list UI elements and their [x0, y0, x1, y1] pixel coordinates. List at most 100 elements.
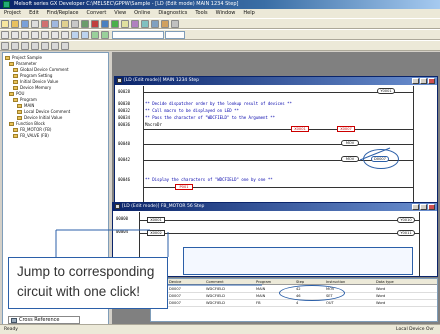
rung-line: [143, 144, 413, 145]
stop-icon[interactable]: [91, 20, 99, 28]
callout-line-2: circuit with one click!: [17, 284, 141, 299]
save-icon[interactable]: [21, 20, 29, 28]
minimize-button[interactable]: [412, 204, 419, 210]
tree-item[interactable]: Parameter: [9, 61, 37, 66]
delete-line-icon[interactable]: [61, 31, 69, 39]
grid-header-cell: Device: [169, 280, 182, 284]
write-plc-icon[interactable]: [111, 20, 119, 28]
contact-b-icon[interactable]: [11, 31, 19, 39]
callout-box: Jump to corresponding circuit with one c…: [8, 257, 168, 309]
tree-item[interactable]: Device Memory: [13, 85, 51, 90]
menu-find-replace[interactable]: Find/Replace: [43, 9, 83, 18]
menu-edit[interactable]: Edit: [25, 9, 43, 18]
fb-icon[interactable]: [91, 31, 99, 39]
table-row[interactable]: 3 D0007 WDCFIELD FB 4 OUT Word: [151, 300, 437, 307]
vertical-line-icon[interactable]: [51, 31, 59, 39]
cut-icon[interactable]: [41, 20, 49, 28]
menu-diagnostics[interactable]: Diagnostics: [154, 9, 191, 18]
cross-reference-tab[interactable]: Cross Reference: [8, 316, 80, 324]
maximize-button[interactable]: [420, 78, 427, 84]
right-power-rail: [419, 212, 420, 276]
view-select[interactable]: [165, 31, 186, 39]
step-number: 00042: [118, 157, 131, 162]
menu-help[interactable]: Help: [239, 9, 258, 18]
find-icon[interactable]: [81, 20, 89, 28]
menu-window[interactable]: Window: [212, 9, 240, 18]
tree-item[interactable]: Initial Device Value: [13, 79, 58, 84]
menu-view[interactable]: View: [110, 9, 130, 18]
read-plc-icon[interactable]: [101, 20, 109, 28]
window-title: Melsoft series GX Developer C:\MELSEC\GP…: [14, 1, 239, 7]
tree-item[interactable]: Device Initial Value: [17, 115, 62, 120]
menu-convert[interactable]: Convert: [83, 9, 111, 18]
step-number: 00036: [118, 122, 131, 127]
paste-icon[interactable]: [61, 20, 69, 28]
tree-item[interactable]: Global Device Comment: [13, 67, 69, 72]
note-icon[interactable]: [31, 42, 39, 50]
negative-pulse-icon[interactable]: [81, 31, 89, 39]
monitor-icon[interactable]: [121, 20, 129, 28]
menu-project[interactable]: Project: [0, 9, 25, 18]
main-window-titlebar: [LD (Edit mode)] MAIN 1234 Step: [115, 77, 437, 85]
contact-p001[interactable]: P001: [175, 184, 193, 190]
tree-item[interactable]: Function Block: [9, 121, 45, 126]
contact-x0007[interactable]: X0007: [337, 126, 355, 132]
instruction-mov[interactable]: MOV: [341, 140, 359, 146]
close-button[interactable]: [428, 78, 435, 84]
comment-icon[interactable]: [11, 42, 19, 50]
convert-icon[interactable]: [161, 20, 169, 28]
copy-icon[interactable]: [51, 20, 59, 28]
app-window: Melsoft series GX Developer C:\MELSEC\GP…: [0, 0, 440, 334]
zoom-in-icon[interactable]: [141, 20, 149, 28]
compile-icon[interactable]: [171, 20, 179, 28]
step-number: 00000: [116, 216, 129, 221]
new-icon[interactable]: [1, 20, 9, 28]
pulse-icon[interactable]: [71, 31, 79, 39]
tree-item[interactable]: MAIN: [17, 103, 34, 108]
cross-ref-icon[interactable]: [61, 42, 69, 50]
tree-item[interactable]: FB_VALVE (FB): [13, 133, 49, 138]
tree-item[interactable]: Project Sample: [5, 55, 42, 60]
contact-a-icon[interactable]: [1, 31, 9, 39]
fb-coil[interactable]: Y0010: [397, 217, 415, 223]
menu-tools[interactable]: Tools: [191, 9, 211, 18]
fb-coil[interactable]: Y0011: [397, 230, 415, 236]
coil-icon[interactable]: [21, 31, 29, 39]
instruction-mov[interactable]: MOV: [341, 156, 359, 162]
cross-reference-grid: No. Device Comment Program Step Instruct…: [150, 278, 438, 322]
device-batch-icon[interactable]: [51, 42, 59, 50]
zoom-out-icon[interactable]: [151, 20, 159, 28]
fb-contact[interactable]: X0002: [147, 230, 165, 236]
fb-selection-area: [183, 247, 413, 275]
main-window-title: [LD (Edit mode)] MAIN 1234 Step: [124, 78, 199, 83]
project-view-icon[interactable]: [1, 42, 9, 50]
verify-icon[interactable]: [131, 20, 139, 28]
print-icon[interactable]: [31, 20, 39, 28]
close-button[interactable]: [428, 204, 435, 210]
contact-x0001[interactable]: X0001: [291, 126, 309, 132]
undo-icon[interactable]: [71, 20, 79, 28]
instruction-icon[interactable]: [31, 31, 39, 39]
tree-item[interactable]: Program Setting: [13, 73, 52, 78]
coil-y0001[interactable]: Y0001: [377, 88, 395, 94]
alias-icon[interactable]: [41, 42, 49, 50]
fb-contact[interactable]: X0001: [147, 217, 165, 223]
minimize-button[interactable]: [412, 78, 419, 84]
statement-icon[interactable]: [21, 42, 29, 50]
line-icon[interactable]: [41, 31, 49, 39]
program-select[interactable]: [111, 31, 164, 39]
tree-item[interactable]: Local Device Comment: [17, 109, 70, 114]
step-number: 00040: [118, 141, 131, 146]
grid-header: No. Device Comment Program Step Instruct…: [151, 279, 437, 285]
label-icon[interactable]: [101, 31, 109, 39]
standard-toolbar: [0, 18, 440, 29]
tree-item[interactable]: Program: [13, 97, 37, 102]
macro-label: MacroDr: [145, 122, 162, 127]
window-icon: [117, 78, 122, 83]
menu-online[interactable]: Online: [130, 9, 154, 18]
title-bar: Melsoft series GX Developer C:\MELSEC\GP…: [0, 0, 440, 9]
maximize-button[interactable]: [420, 204, 427, 210]
tree-item[interactable]: FB_MOTOR (FB): [13, 127, 51, 132]
tree-item[interactable]: POU: [9, 91, 25, 96]
open-icon[interactable]: [11, 20, 19, 28]
